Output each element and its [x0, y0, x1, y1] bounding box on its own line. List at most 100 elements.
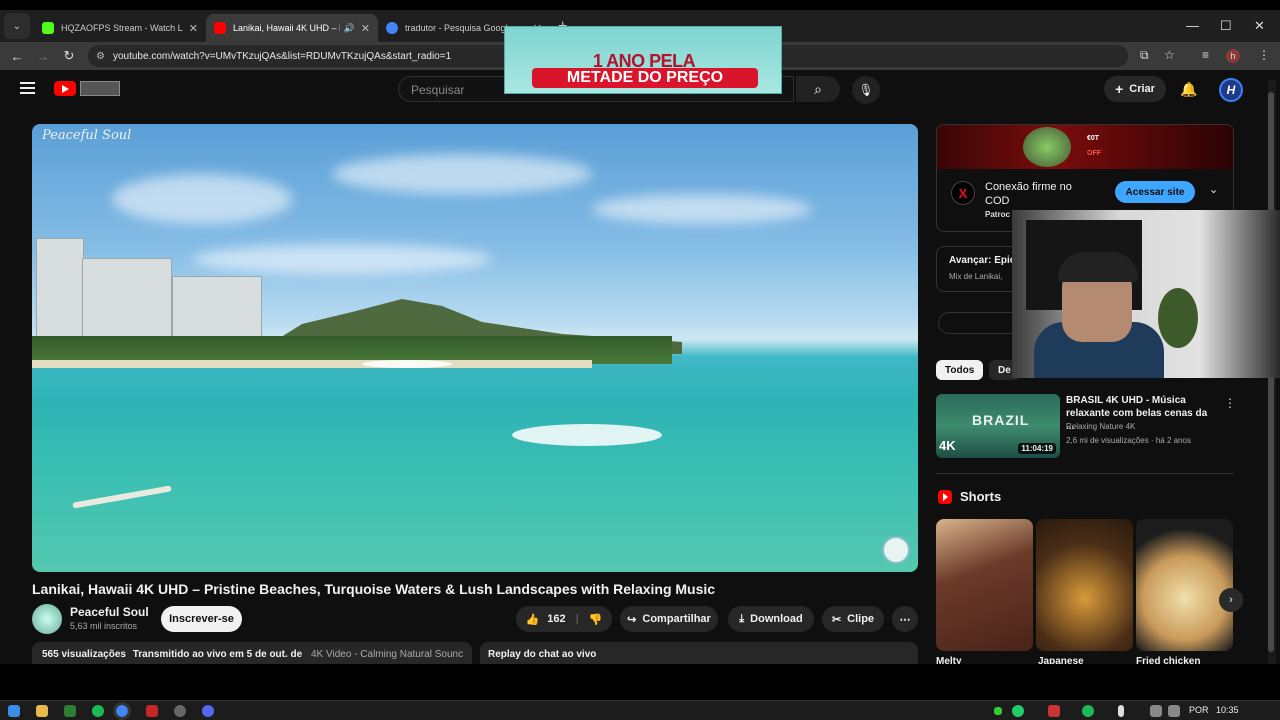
speaker-icon[interactable]: 🔊 [344, 23, 355, 34]
create-label: Criar [1129, 83, 1155, 95]
tray-icon[interactable] [1012, 705, 1024, 717]
more-actions-button[interactable]: ⋯ [892, 606, 918, 632]
cloud [592, 194, 812, 224]
clock[interactable]: 10:35 [1216, 705, 1239, 715]
search-button[interactable]: ⌕ [796, 76, 840, 102]
spotify-icon[interactable] [92, 705, 104, 717]
tab-title: HQZAOFPS Stream - Watch Live [61, 23, 183, 33]
windows-taskbar: POR 10:35 [0, 700, 1280, 720]
download-button[interactable]: ⤓ Download [728, 606, 814, 632]
forward-icon[interactable]: → [30, 49, 56, 64]
file-explorer-icon[interactable] [36, 705, 48, 717]
like-count[interactable]: 162 [547, 613, 565, 625]
channel-avatar[interactable] [32, 604, 62, 634]
short-thumbnail[interactable] [936, 519, 1033, 651]
short-label[interactable]: Melty [936, 656, 962, 664]
menu-icon[interactable] [20, 82, 35, 94]
ad-banner-image: €0T OFF [937, 125, 1233, 169]
related-video-meta: 2,6 mi de visualizações · há 2 anos [1066, 436, 1191, 445]
discord-icon[interactable] [202, 705, 214, 717]
close-icon[interactable]: ✕ [361, 22, 370, 35]
maximize-icon[interactable]: ☐ [1220, 18, 1232, 34]
app-icon[interactable] [146, 705, 158, 717]
download-label: Download [750, 613, 803, 625]
share-button[interactable]: ↪ Compartilhar [620, 606, 718, 632]
thumbnail-title: BRAZIL [972, 412, 1030, 428]
description-box[interactable]: 565 visualizações Transmitido ao vivo em… [32, 642, 472, 664]
tab-hqzaofps[interactable]: HQZAOFPS Stream - Watch Live ✕ [34, 14, 206, 42]
clip-button[interactable]: ✂ Clipe [822, 606, 884, 632]
close-icon[interactable]: ✕ [189, 22, 198, 35]
more-vertical-icon[interactable]: ⋮ [1224, 396, 1236, 410]
bookmark-star-icon[interactable]: ☆ [1164, 48, 1175, 62]
install-app-icon[interactable]: ⧉ [1140, 48, 1149, 63]
short-thumbnail[interactable] [1036, 519, 1133, 651]
site-info-icon[interactable]: ⚙ [96, 51, 105, 62]
obs-icon[interactable] [174, 705, 186, 717]
short-label[interactable]: Fried chicken [1136, 656, 1200, 664]
back-icon[interactable]: ← [4, 49, 30, 64]
start-icon[interactable] [8, 705, 20, 717]
ad-offer-line2: OFF [1087, 150, 1101, 157]
tray-spotify-icon[interactable] [1082, 705, 1094, 717]
tray-icon[interactable] [1048, 705, 1060, 717]
voice-search-button[interactable]: 🎙 [852, 76, 880, 104]
tray-icon[interactable] [994, 707, 1002, 715]
browser-menu-icon[interactable]: ⋮ [1258, 48, 1270, 62]
chat-replay-box[interactable]: Replay do chat ao vivo [480, 642, 918, 664]
extensions-icon[interactable]: ≡ [1202, 48, 1209, 62]
reload-icon[interactable]: ↻ [56, 48, 82, 64]
tab-search-chevron-icon[interactable]: ⌄ [4, 13, 30, 39]
scissors-icon: ✂ [831, 613, 842, 626]
short-thumbnail[interactable] [1136, 519, 1233, 651]
youtube-logo-icon[interactable] [54, 81, 76, 96]
short-label[interactable]: Japanese [1038, 656, 1084, 664]
dislike-icon[interactable]: 👎 [589, 613, 603, 626]
chrome-icon[interactable] [113, 702, 131, 720]
channel-watermark-icon[interactable] [882, 536, 910, 564]
volume-icon[interactable] [1168, 705, 1180, 717]
related-video-channel[interactable]: Relaxing Nature 4K [1066, 422, 1135, 431]
minimize-icon[interactable]: — [1186, 18, 1199, 33]
shorts-icon [938, 490, 952, 504]
profile-avatar[interactable]: h [1226, 49, 1240, 63]
microphone-icon[interactable] [1118, 705, 1124, 717]
tab-lanikai[interactable]: Lanikai, Hawaii 4K UHD – P 🔊 ✕ [206, 14, 378, 42]
banner-line2: METADE DO PREÇO [532, 68, 758, 88]
notifications-bell-icon[interactable]: 🔔 [1180, 81, 1197, 98]
input-language[interactable]: POR [1189, 705, 1209, 715]
advertiser-logo[interactable]: X [951, 181, 975, 205]
window-close-icon[interactable]: ✕ [1254, 18, 1265, 34]
wave [362, 360, 452, 368]
share-icon: ↪ [627, 613, 637, 626]
like-dislike-group: 👍 162 | 👎 [516, 606, 612, 632]
beach [32, 360, 592, 368]
url-text: youtube.com/watch?v=UMvTKzujQAs&list=RDU… [112, 50, 452, 62]
video-title: Lanikai, Hawaii 4K UHD – Pristine Beache… [32, 581, 716, 597]
streamer-webcam [1012, 210, 1280, 378]
app-icon[interactable] [64, 705, 76, 717]
clip-label: Clipe [847, 613, 875, 625]
related-video-thumbnail[interactable]: BRAZIL 4K 11:04:19 [936, 394, 1060, 458]
like-icon[interactable]: 👍 [526, 613, 540, 626]
channel-name[interactable]: Peaceful Soul [70, 605, 149, 619]
chip-all[interactable]: Todos [936, 360, 984, 380]
ad-offer-tag: €0T OFF [1087, 135, 1101, 157]
chevron-down-icon[interactable]: ⌄ [1209, 183, 1218, 196]
kick-favicon-icon [42, 22, 54, 34]
chevron-right-icon[interactable]: › [1219, 588, 1243, 612]
visit-site-button[interactable]: Acessar site [1115, 181, 1195, 203]
video-player[interactable]: Peaceful Soul [32, 124, 918, 572]
create-button[interactable]: + Criar [1104, 76, 1166, 102]
search-icon: ⌕ [814, 80, 822, 97]
screen-gap [0, 664, 1280, 700]
ad-food-image [1023, 127, 1071, 167]
account-avatar[interactable]: H [1219, 78, 1243, 102]
subscribe-button[interactable]: Inscrever-se [161, 606, 242, 632]
webcam-plant [1158, 288, 1198, 348]
network-icon[interactable] [1150, 705, 1162, 717]
share-label: Compartilhar [642, 613, 711, 625]
webcam-person-cap [1058, 252, 1138, 282]
microphone-icon: 🎙 [858, 83, 874, 97]
youtube-doodle-logo[interactable] [80, 81, 120, 96]
